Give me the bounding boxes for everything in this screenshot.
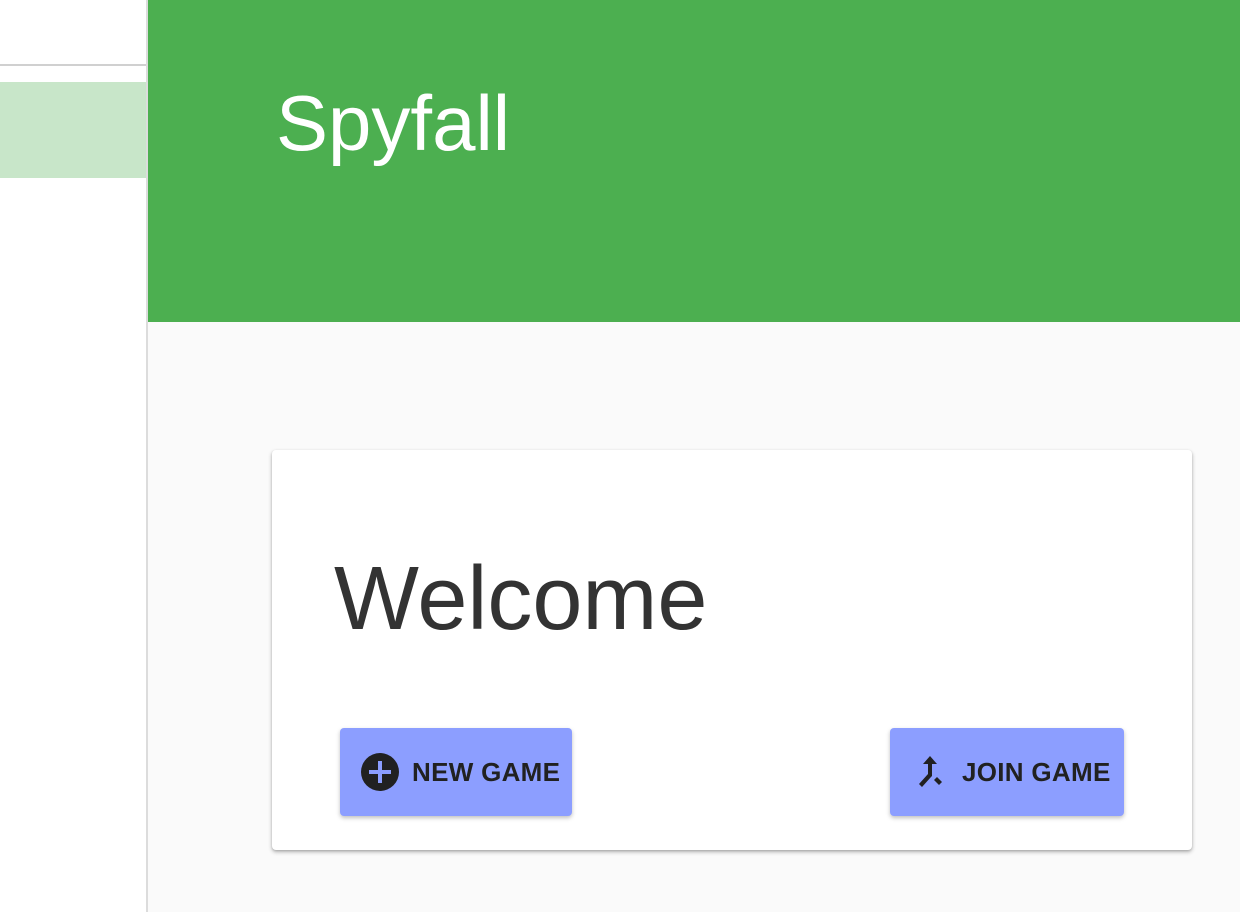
welcome-card: Welcome NEW GAME JOIN GAME [272, 450, 1192, 850]
welcome-heading: Welcome [334, 549, 708, 649]
app-title: Spyfall [276, 79, 511, 167]
app-root: Spyfall Welcome NEW GAME JOIN GAME [0, 0, 1240, 912]
sidebar-header [0, 0, 146, 66]
app-bar: Spyfall [148, 0, 1240, 322]
join-game-label: JOIN GAME [962, 756, 1111, 787]
sidebar-item-active[interactable] [0, 82, 146, 178]
new-game-button[interactable]: NEW GAME [340, 728, 572, 816]
join-game-button[interactable]: JOIN GAME [890, 728, 1124, 816]
main-content: Welcome NEW GAME JOIN GAME [148, 322, 1240, 912]
merge-icon [910, 752, 950, 792]
add-circle-icon [360, 752, 400, 792]
new-game-label: NEW GAME [412, 756, 561, 787]
sidebar [0, 0, 148, 912]
